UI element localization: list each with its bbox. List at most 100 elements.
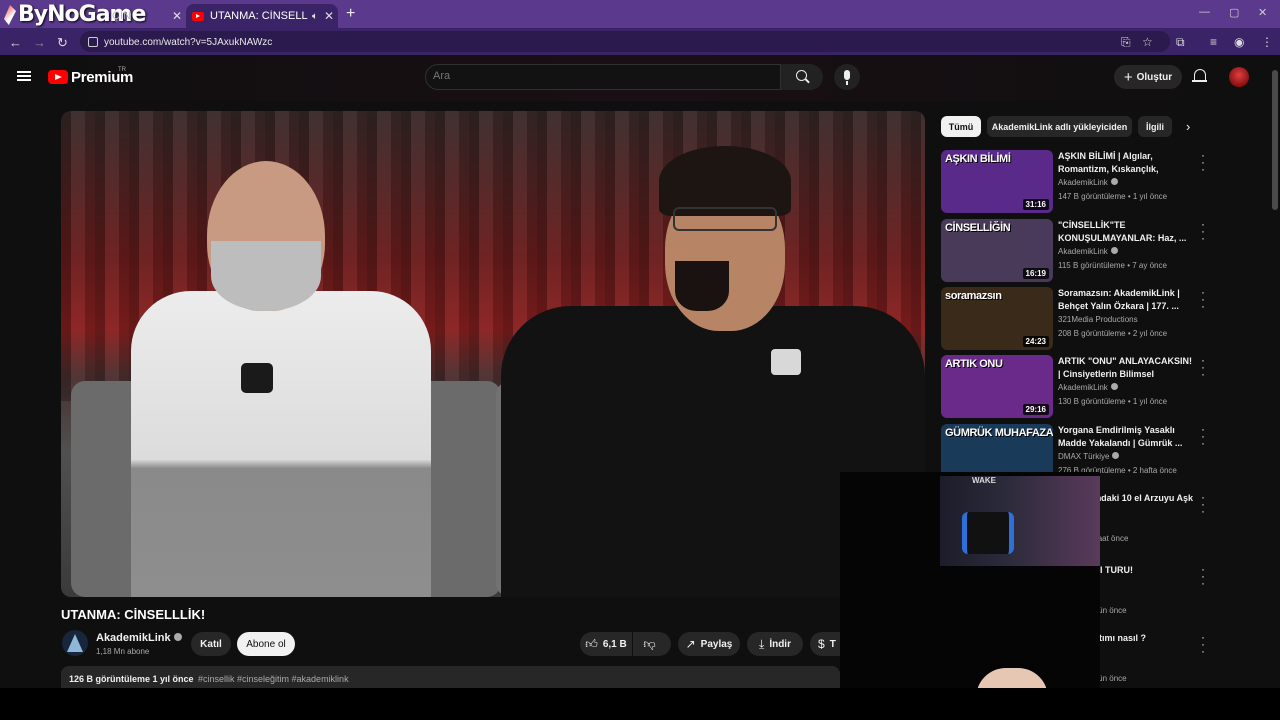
channel-name-text[interactable]: AkademikLink bbox=[1058, 247, 1108, 256]
chip-related[interactable]: İlgili bbox=[1138, 116, 1172, 137]
recommended-video[interactable]: AŞKIN BİLİMİ 31:16 AŞKIN BİLİMİ | Algılar,… bbox=[941, 149, 1205, 214]
subscribe-button[interactable]: Abone ol bbox=[237, 632, 295, 656]
download-label: İndir bbox=[769, 638, 791, 650]
feather-icon bbox=[4, 5, 16, 25]
search-button[interactable] bbox=[781, 64, 823, 90]
search-input[interactable] bbox=[433, 70, 763, 82]
install-icon[interactable]: ⎘ bbox=[1121, 35, 1131, 50]
search-icon bbox=[796, 70, 807, 81]
video-person-right-glasses bbox=[673, 207, 777, 231]
star-icon[interactable]: ☆ bbox=[1142, 35, 1153, 49]
tab-title: UTANMA: CİNSELLLİK! - YouTube bbox=[210, 10, 308, 22]
thumbnail-text: soramazsın bbox=[945, 290, 1002, 302]
thumbnail-text: GÜMRÜK MUHAFAZA bbox=[945, 427, 1053, 439]
hashtags[interactable]: #cinsellik #cinseleğitim #akademiklink bbox=[198, 674, 349, 684]
recommended-video-title[interactable]: "CİNSELLİK"TE KONUŞULMAYANLAR: Haz, ... bbox=[1058, 219, 1194, 245]
more-options-icon[interactable]: · · · bbox=[1201, 563, 1205, 589]
mic-icon[interactable] bbox=[834, 64, 860, 90]
recommended-video-title[interactable]: ARTIK "ONU" ANLAYACAKSIN! | Cinsiyetleri… bbox=[1058, 355, 1194, 381]
youtube-favicon-icon bbox=[192, 11, 204, 21]
media-icon[interactable]: ≡ bbox=[1210, 35, 1217, 49]
more-options-icon[interactable]: · · · bbox=[1201, 491, 1205, 517]
video-thumbnail[interactable]: soramazsın 24:23 bbox=[941, 287, 1053, 350]
speaker-icon[interactable]: 🔈︎ bbox=[312, 11, 318, 22]
minimize-icon[interactable]: — bbox=[1199, 6, 1210, 18]
chip-uploader[interactable]: AkademikLink adlı yükleyiciden bbox=[987, 116, 1132, 137]
video-thumbnail[interactable]: ARTIK ONU 29:16 bbox=[941, 355, 1053, 418]
channel-name-text[interactable]: DMAX Türkiye bbox=[1058, 452, 1109, 461]
recommended-video-channel[interactable]: DMAX Türkiye bbox=[1058, 452, 1120, 461]
logo-country: TR bbox=[118, 67, 126, 73]
share-label: Paylaş bbox=[700, 638, 733, 650]
video-person-left-beard bbox=[211, 241, 321, 311]
recommended-video-meta: 208 B görüntüleme • 2 yıl önce bbox=[1058, 329, 1168, 338]
youtube-logo-icon[interactable] bbox=[48, 70, 68, 84]
like-button[interactable]: 👍︎ 6,1 B bbox=[580, 632, 632, 656]
dislike-button[interactable]: 👎︎ bbox=[633, 632, 671, 656]
thanks-button[interactable]: $ T bbox=[810, 632, 840, 656]
join-button[interactable]: Katıl bbox=[191, 632, 231, 656]
recommended-video-channel[interactable]: 321Media Productions bbox=[1058, 315, 1138, 324]
download-button[interactable]: ⤓ İndir bbox=[747, 632, 803, 656]
forward-icon[interactable]: → bbox=[33, 35, 46, 50]
new-tab-icon[interactable]: + bbox=[346, 5, 355, 23]
chevron-right-icon[interactable]: › bbox=[1186, 119, 1190, 134]
browser-tab-1[interactable]: ÇİN ✕ bbox=[112, 4, 182, 28]
site-info-icon[interactable] bbox=[88, 37, 98, 47]
window-close-icon[interactable]: ✕ bbox=[1258, 6, 1267, 19]
video-thumbnail[interactable]: CİNSELLİĞİN 16:19 bbox=[941, 219, 1053, 282]
channel-name[interactable]: AkademikLink bbox=[96, 632, 182, 644]
verified-icon bbox=[1110, 247, 1118, 254]
more-options-icon[interactable]: · · · bbox=[1201, 354, 1205, 380]
menu-icon[interactable]: ⋮ bbox=[1261, 35, 1273, 49]
more-options-icon[interactable]: · · · bbox=[1201, 423, 1205, 449]
webcam-shirt-logo: WAKE bbox=[972, 476, 996, 485]
channel-avatar[interactable] bbox=[62, 630, 88, 656]
download-icon: ⤓ bbox=[759, 636, 765, 651]
browser-tab-2[interactable]: UTANMA: CİNSELLLİK! - YouTube 🔈︎ ✕ bbox=[186, 4, 338, 28]
thumbnail-text: CİNSELLİĞİN bbox=[945, 222, 1011, 234]
recommended-video-title[interactable]: Yorgana Emdirilmiş Yasaklı Madde Yakalan… bbox=[1058, 424, 1194, 450]
channel-name-text[interactable]: AkademikLink bbox=[1058, 178, 1108, 187]
create-button[interactable]: + Oluştur bbox=[1114, 65, 1182, 89]
recommended-video[interactable]: ARTIK ONU 29:16 ARTIK "ONU" ANLAYACAKSIN! … bbox=[941, 354, 1205, 419]
close-icon[interactable]: ✕ bbox=[172, 9, 182, 23]
scrollbar-thumb[interactable] bbox=[1272, 70, 1278, 210]
thumbnail-text: AŞKIN BİLİMİ bbox=[945, 153, 1011, 165]
video-title: UTANMA: CİNSELLLİK! bbox=[61, 607, 206, 622]
video-player[interactable] bbox=[61, 111, 925, 597]
more-options-icon[interactable]: · · · bbox=[1201, 149, 1205, 175]
channel-name-text[interactable]: 321Media Productions bbox=[1058, 315, 1138, 324]
recommended-video-title[interactable]: Soramazsın: AkademikLink | Behçet Yalın … bbox=[1058, 287, 1194, 313]
channel-name-text[interactable]: AkademikLink bbox=[1058, 383, 1108, 392]
channel-name-text[interactable]: AkademikLink bbox=[96, 632, 171, 644]
chip-all[interactable]: Tümü bbox=[941, 116, 981, 137]
thanks-label: T bbox=[829, 638, 836, 650]
url-text[interactable]: youtube.com/watch?v=5JAxukNAWzc bbox=[104, 37, 272, 48]
recommended-video[interactable]: CİNSELLİĞİN 16:19 "CİNSELLİK"TE KONUŞULMAY… bbox=[941, 218, 1205, 283]
hamburger-menu-icon[interactable] bbox=[17, 71, 31, 81]
avatar[interactable] bbox=[1229, 67, 1249, 87]
recommended-video-channel[interactable]: AkademikLink bbox=[1058, 178, 1118, 187]
more-options-icon[interactable]: · · · bbox=[1201, 286, 1205, 312]
bell-icon[interactable] bbox=[1192, 69, 1207, 82]
verified-icon bbox=[1110, 383, 1118, 390]
recommended-video-channel[interactable]: AkademikLink bbox=[1058, 383, 1118, 392]
profile-icon[interactable]: ◉ bbox=[1234, 35, 1244, 49]
recommended-video-channel[interactable]: AkademikLink bbox=[1058, 247, 1118, 256]
back-icon[interactable]: ← bbox=[9, 35, 22, 50]
share-button[interactable]: ↗ Paylaş bbox=[678, 632, 740, 656]
recommended-video-meta: 130 B görüntüleme • 1 yıl önce bbox=[1058, 397, 1168, 406]
extensions-icon[interactable]: ⧉ bbox=[1176, 35, 1185, 50]
recommended-video-title[interactable]: AŞKIN BİLİMİ | Algılar, Romantizm, Kıska… bbox=[1058, 150, 1194, 176]
more-options-icon[interactable]: · · · bbox=[1201, 631, 1205, 657]
verified-icon bbox=[1110, 178, 1118, 185]
recommended-video[interactable]: soramazsın 24:23 Soramazsın: AkademikLink … bbox=[941, 286, 1205, 351]
maximize-icon[interactable]: ▢ bbox=[1229, 6, 1239, 19]
more-options-icon[interactable]: · · · bbox=[1201, 218, 1205, 244]
reload-icon[interactable]: ↻ bbox=[57, 35, 68, 51]
recommended-video-meta: 115 B görüntüleme • 7 ay önce bbox=[1058, 261, 1167, 270]
close-icon[interactable]: ✕ bbox=[324, 9, 334, 23]
video-thumbnail[interactable]: AŞKIN BİLİMİ 31:16 bbox=[941, 150, 1053, 213]
view-count-date: 126 B görüntüleme 1 yıl önce bbox=[69, 674, 194, 684]
